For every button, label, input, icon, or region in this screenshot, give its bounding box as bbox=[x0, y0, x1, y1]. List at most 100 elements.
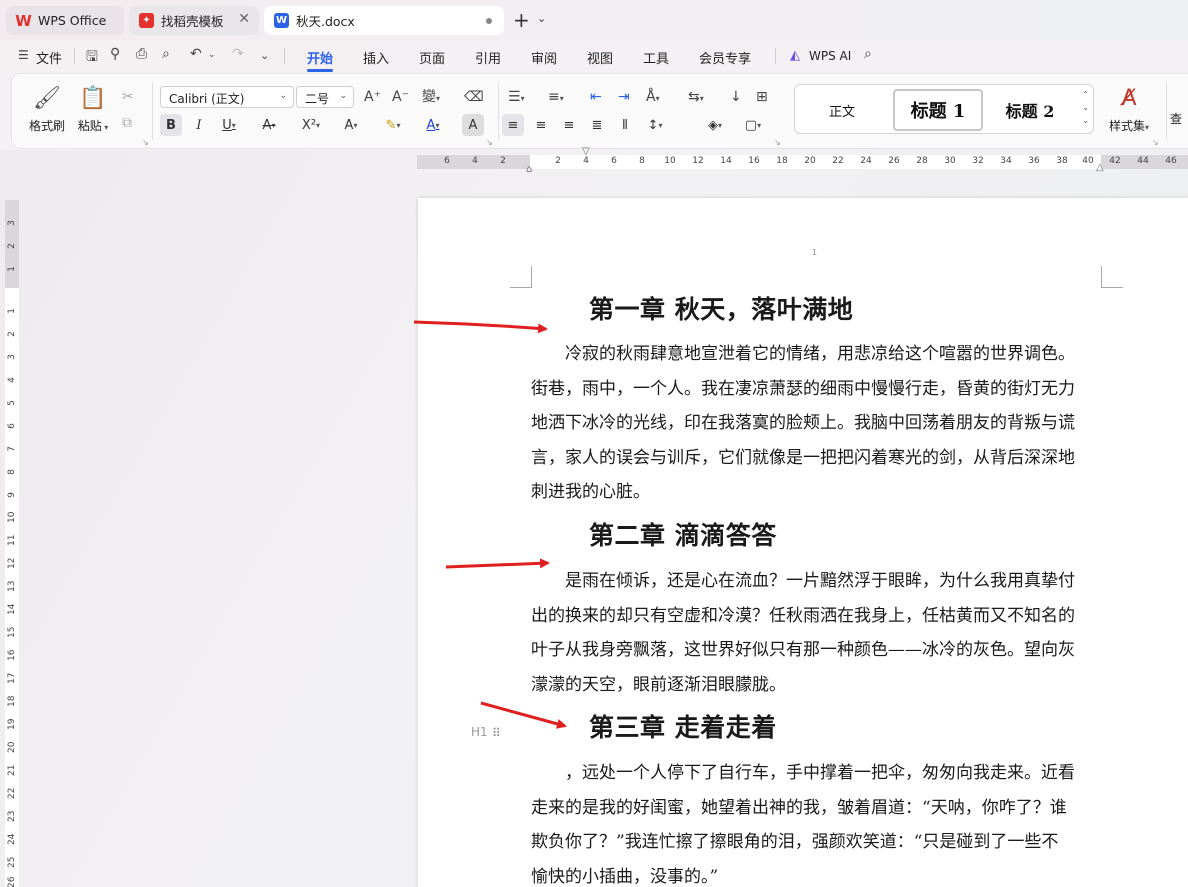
ruler-tick: 26 bbox=[7, 876, 17, 887]
redo-icon[interactable]: ↷ bbox=[232, 46, 244, 62]
print-preview-icon[interactable]: ⌕ bbox=[162, 46, 170, 62]
cut-icon[interactable]: ✂ bbox=[122, 90, 134, 104]
menu-file[interactable]: 文件 bbox=[36, 48, 62, 67]
search-icon[interactable]: ⌕ bbox=[864, 46, 872, 62]
paragraph[interactable]: 是雨在倾诉，还是心在流血？一片黯然浮于眼眸，为什么我用真挚付 出的换来的却只有空… bbox=[531, 564, 1101, 702]
clear-format-icon[interactable]: ⌫ bbox=[464, 90, 484, 104]
tab-document[interactable]: W 秋天.docx bbox=[264, 6, 504, 35]
chevron-down-icon[interactable]: ⌄ bbox=[537, 12, 546, 25]
undo-icon[interactable]: ↶ bbox=[190, 46, 202, 62]
menu-home[interactable]: 开始 bbox=[307, 48, 333, 67]
vertical-ruler[interactable]: 3 2 1 1 2 3 4 5 6 7 8 9 10 11 12 13 14 1… bbox=[5, 200, 19, 887]
expand-corner-icon[interactable]: ↘ bbox=[1152, 136, 1159, 150]
tab-wps-office[interactable]: W WPS Office bbox=[6, 6, 124, 35]
style-heading-1[interactable]: 标题 1 bbox=[893, 89, 983, 131]
char-shading-button[interactable]: A bbox=[462, 114, 484, 136]
style-set-label: 样式集 bbox=[1108, 119, 1145, 133]
phonetic-guide-icon[interactable]: 變▾ bbox=[422, 90, 440, 106]
increase-font-icon[interactable]: A⁺ bbox=[364, 90, 381, 104]
line-spacing-button[interactable]: ↕ ▾ bbox=[644, 114, 666, 136]
increase-indent-icon[interactable]: ⇥ bbox=[618, 90, 630, 104]
chevron-down-icon[interactable]: ⌄ bbox=[208, 50, 216, 60]
horizontal-ruler[interactable]: 6 4 2 2 4 6 8 10 12 14 16 18 20 22 24 26… bbox=[417, 155, 1188, 169]
menu-review[interactable]: 审阅 bbox=[531, 48, 557, 67]
paste-label: 粘贴 bbox=[77, 119, 102, 133]
text-direction-icon[interactable]: Å▾ bbox=[646, 90, 660, 106]
styles-scroll-icon[interactable]: ⌃ ⌄ ⌄ bbox=[1082, 88, 1089, 127]
paragraph[interactable]: ，远处一个人停下了自行车，手中撑着一把伞，匆匆向我走来。近看 走来的是我的好闺蜜… bbox=[531, 756, 1101, 887]
text-line: 出的换来的却只有空虚和冷漠？任秋雨洒在我身上，任枯黄而又不知名的 bbox=[531, 605, 1075, 626]
find-button[interactable]: 查 bbox=[1170, 110, 1188, 127]
chapter-heading[interactable]: 第二章 滴滴答答 bbox=[589, 516, 777, 552]
borders-button[interactable]: ▢ ▾ bbox=[742, 114, 764, 136]
unsaved-dot-icon[interactable] bbox=[486, 18, 492, 24]
first-line-indent-marker-icon[interactable]: ▽ bbox=[582, 146, 590, 157]
document-page[interactable]: 1 H1 ⠿ 第一章 秋天，落叶满地 冷寂的秋雨肆意地宣泄着它的情绪，用悲凉给这… bbox=[418, 198, 1188, 887]
font-name-select[interactable]: Calibri (正文) ⌄ bbox=[160, 86, 294, 108]
superscript-button[interactable]: X² ▾ bbox=[300, 114, 322, 136]
more-chevron-icon[interactable]: ⌄ bbox=[260, 49, 269, 62]
wps-logo-icon: W bbox=[15, 11, 32, 30]
strikethrough-button[interactable]: A ▾ bbox=[258, 114, 280, 136]
italic-button[interactable]: I bbox=[188, 114, 210, 136]
menu-wps-ai[interactable]: WPS AI bbox=[809, 49, 851, 63]
text-line: 走来的是我的好闺蜜，她望着出神的我，皱着眉道：“天呐，你咋了？谁 bbox=[531, 797, 1067, 818]
text-line: 欺负你了？”我连忙擦了擦眼角的泪，强颜欢笑道：“只是碰到了一些不 bbox=[531, 832, 1059, 853]
style-set-button[interactable]: A̸ 样式集▾ bbox=[1102, 86, 1156, 134]
close-icon[interactable]: ✕ bbox=[238, 11, 250, 27]
paste-button[interactable]: 📋 粘贴 ▾ bbox=[72, 86, 114, 134]
sort-az-icon[interactable]: ↓ bbox=[730, 90, 742, 104]
plus-icon[interactable]: + bbox=[513, 8, 530, 32]
right-indent-marker-icon[interactable]: △ bbox=[1096, 162, 1104, 173]
bullet-list-icon[interactable]: ☰▾ bbox=[508, 90, 525, 106]
shading-button[interactable]: ◈ ▾ bbox=[704, 114, 726, 136]
font-color-button[interactable]: A ▾ bbox=[422, 114, 444, 136]
style-normal[interactable]: 正文 bbox=[795, 89, 889, 131]
menu-membership[interactable]: 会员专享 bbox=[699, 48, 751, 67]
justify-button[interactable]: ≣ bbox=[586, 114, 608, 136]
style-heading-2[interactable]: 标题 2 bbox=[985, 89, 1075, 131]
copy-icon[interactable]: ⧉ bbox=[122, 116, 132, 130]
decrease-indent-icon[interactable]: ⇤ bbox=[590, 90, 602, 104]
margin-corner-mark bbox=[510, 266, 532, 288]
highlight-button[interactable]: ✎ ▾ bbox=[382, 114, 404, 136]
hamburger-icon[interactable]: ☰ bbox=[18, 48, 29, 62]
font-size-select[interactable]: 二号 ⌄ bbox=[296, 86, 354, 108]
format-painter-button[interactable]: 🖌 格式刷 bbox=[26, 86, 68, 134]
menu-tools[interactable]: 工具 bbox=[643, 48, 669, 67]
chapter-heading[interactable]: 第三章 走着走着 bbox=[589, 708, 777, 744]
menu-view[interactable]: 视图 bbox=[587, 48, 613, 67]
tab-docer-templates[interactable]: ✦ 找稻壳模板 ✕ bbox=[129, 6, 259, 35]
show-marks-icon[interactable]: ⊞ bbox=[756, 90, 768, 104]
expand-corner-icon[interactable]: ↘ bbox=[486, 136, 493, 150]
find-label: 查 bbox=[1170, 112, 1183, 126]
numbered-list-icon[interactable]: ≡▾ bbox=[548, 90, 564, 106]
align-left-button[interactable]: ≡ bbox=[502, 114, 524, 136]
print-icon[interactable]: ⎙ bbox=[136, 46, 147, 62]
sort-icon[interactable]: ⇆▾ bbox=[688, 90, 704, 106]
save-icon[interactable]: 🖫 bbox=[86, 46, 98, 70]
heading-level-icon[interactable]: H1 bbox=[471, 725, 488, 739]
share-icon[interactable]: ⚲ bbox=[110, 46, 120, 62]
text-effect-button[interactable]: A ▾ bbox=[340, 114, 362, 136]
distributed-button[interactable]: ⫴ bbox=[614, 114, 636, 136]
drag-handle-icon[interactable]: ⠿ bbox=[492, 726, 501, 740]
wps-ai-icon[interactable]: ◭ bbox=[790, 48, 800, 63]
chapter-heading[interactable]: 第一章 秋天，落叶满地 bbox=[589, 290, 853, 326]
menu-insert[interactable]: 插入 bbox=[363, 48, 389, 67]
menu-references[interactable]: 引用 bbox=[475, 48, 501, 67]
align-center-button[interactable]: ≡ bbox=[530, 114, 552, 136]
bold-button[interactable]: B bbox=[160, 114, 182, 136]
menu-page[interactable]: 页面 bbox=[419, 48, 445, 67]
decrease-font-icon[interactable]: A⁻ bbox=[392, 90, 409, 104]
expand-corner-icon[interactable]: ↘ bbox=[142, 136, 149, 150]
align-right-button[interactable]: ≡ bbox=[558, 114, 580, 136]
underline-button[interactable]: U ▾ bbox=[218, 114, 240, 136]
ruler-tick: 24 bbox=[860, 156, 872, 166]
left-indent-marker-icon[interactable]: ⌂ bbox=[526, 164, 532, 175]
expand-corner-icon[interactable]: ↘ bbox=[774, 136, 781, 150]
ruler-tick: 30 bbox=[944, 156, 956, 166]
ruler-tick: 4 bbox=[583, 156, 589, 166]
paragraph[interactable]: 冷寂的秋雨肆意地宣泄着它的情绪，用悲凉给这个喧嚣的世界调色。 街巷，雨中，一个人… bbox=[531, 337, 1101, 510]
chevron-down-icon: ▾ bbox=[101, 123, 109, 132]
